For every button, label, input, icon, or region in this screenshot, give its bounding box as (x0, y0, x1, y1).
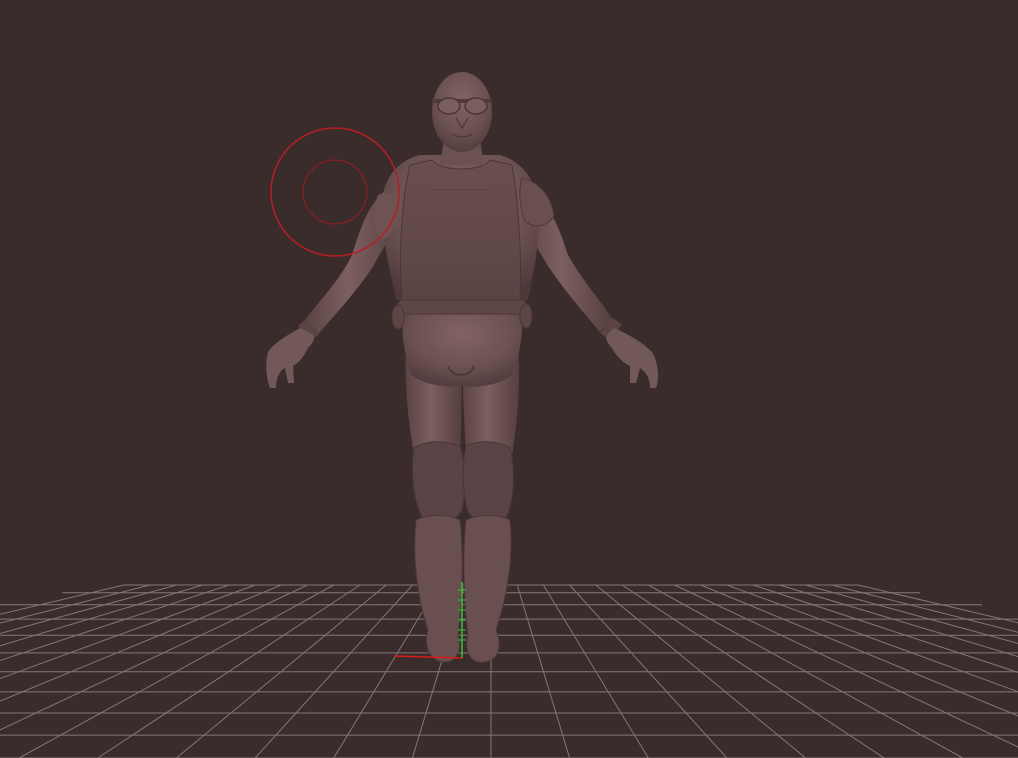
belt (397, 299, 527, 315)
belt-pouch-left (391, 304, 405, 330)
3d-viewport[interactable] (0, 0, 1018, 758)
right-kneepad (462, 441, 514, 524)
vest (399, 159, 522, 301)
belt-pouch-right (519, 303, 533, 329)
viewport-canvas[interactable] (0, 0, 1018, 758)
left-kneepad (411, 441, 466, 524)
